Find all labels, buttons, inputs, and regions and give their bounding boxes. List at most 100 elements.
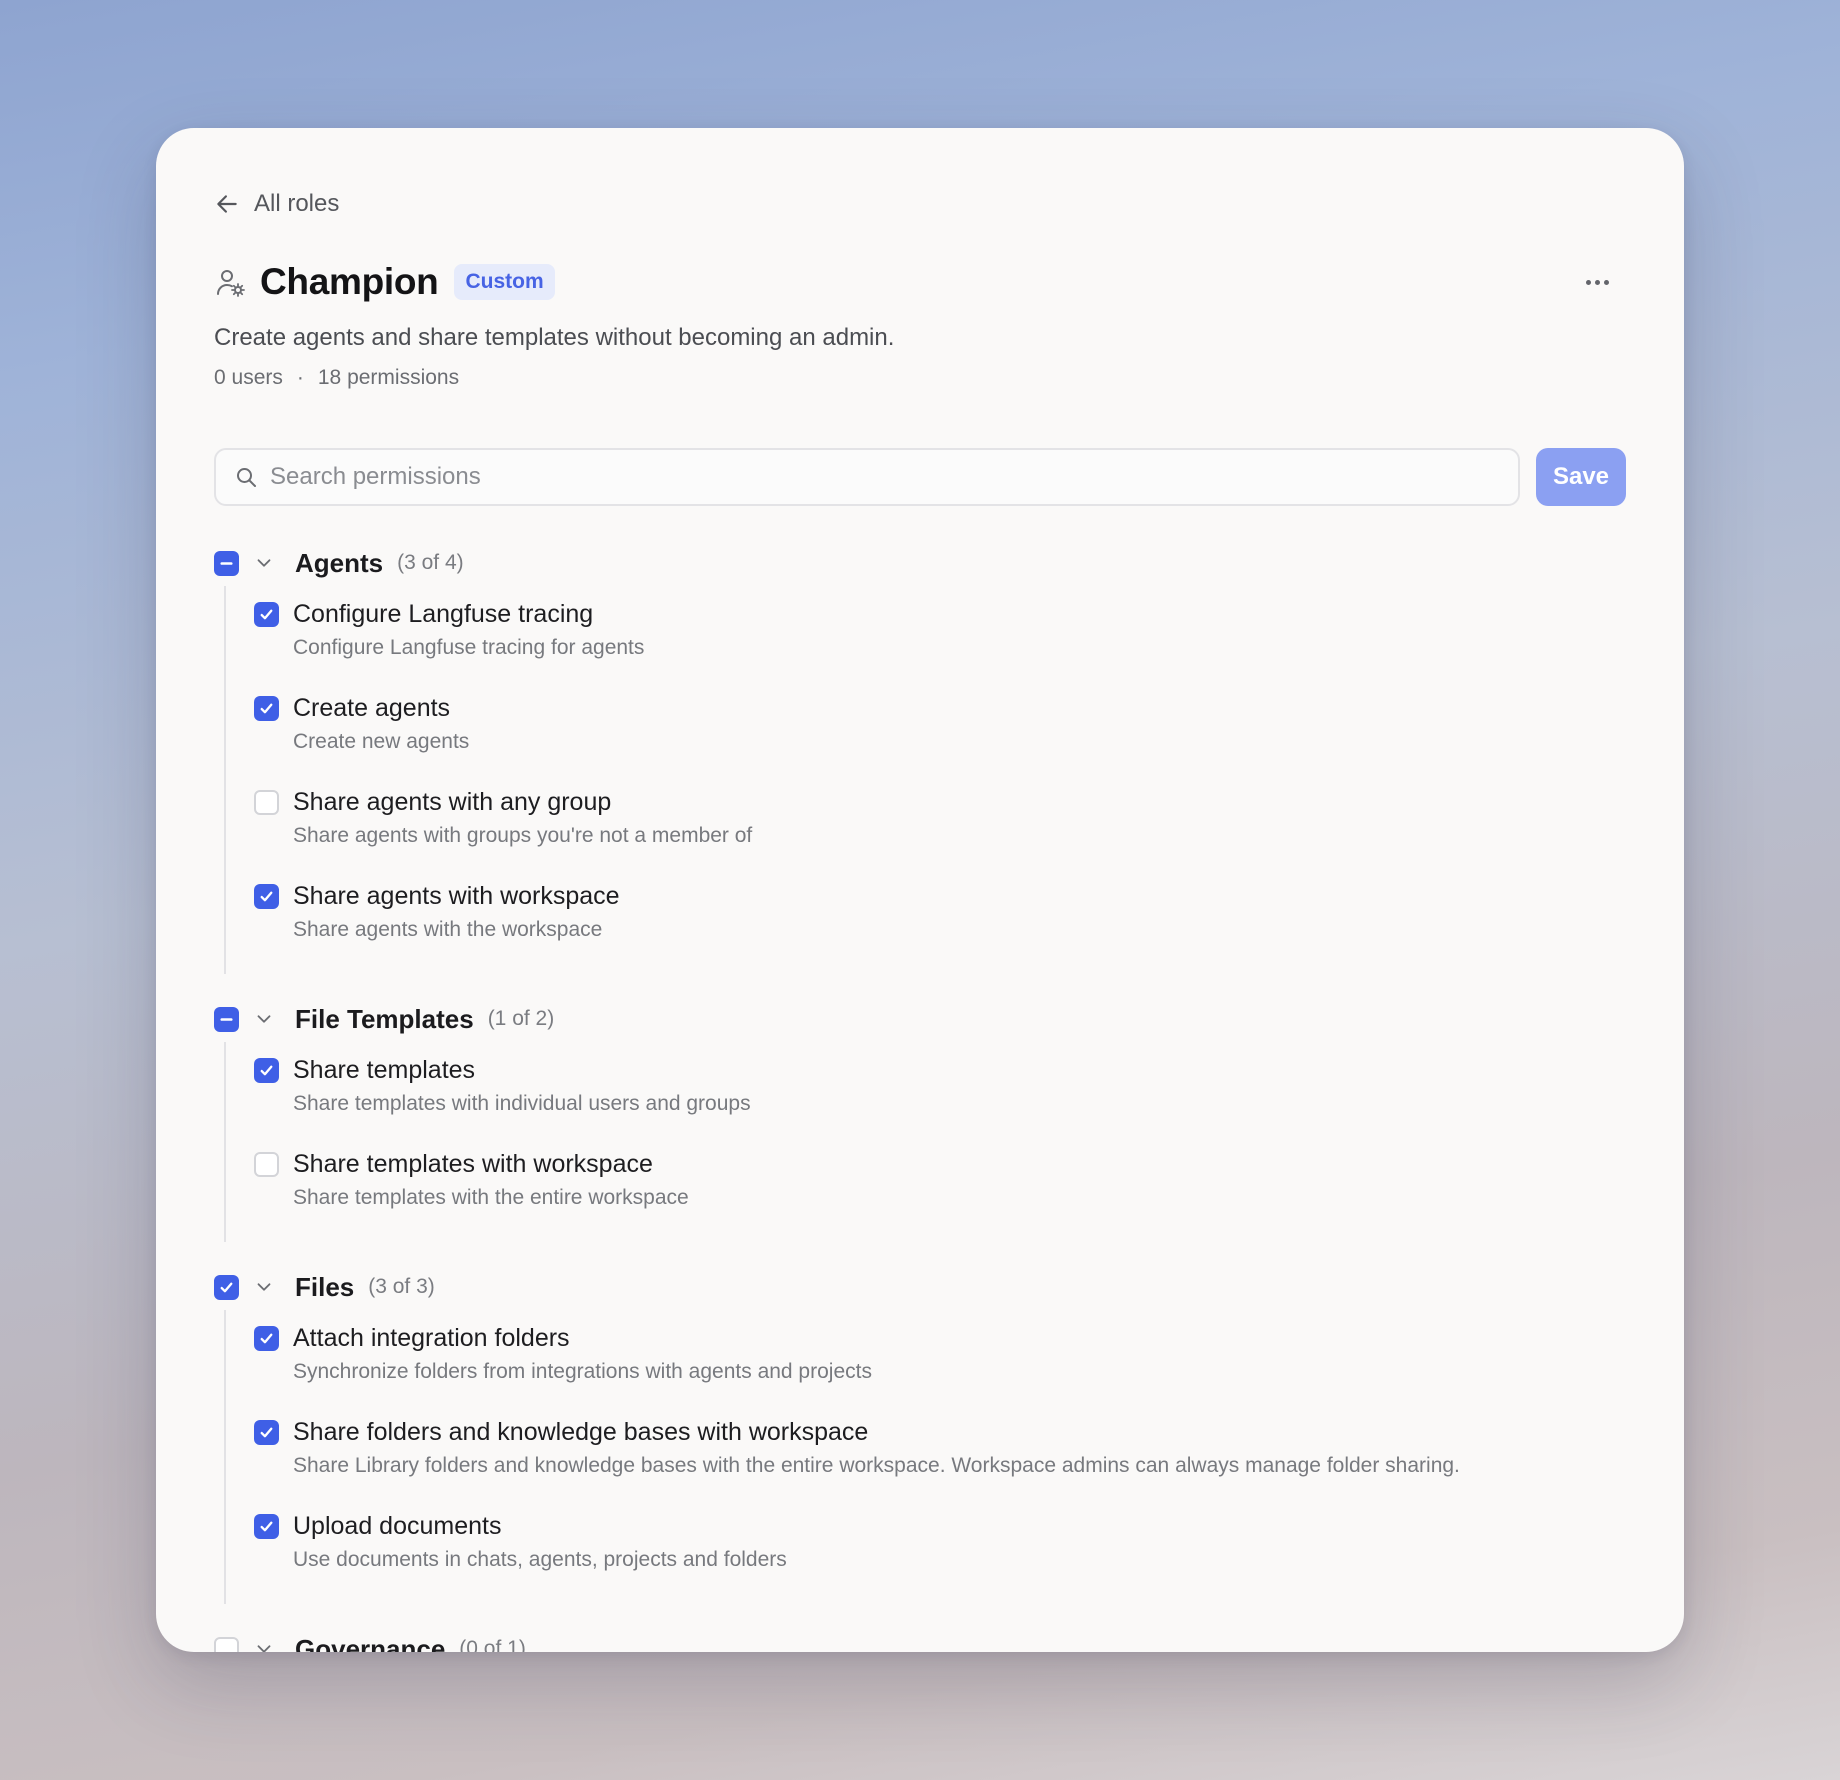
permission-name: Share agents with any group bbox=[293, 788, 612, 816]
permission-item: Share agents with workspace Share agents … bbox=[254, 876, 1626, 970]
group-header[interactable]: Agents (3 of 4) bbox=[214, 540, 1626, 586]
check-icon bbox=[260, 1427, 273, 1438]
group-items: Share templates Share templates with indi… bbox=[224, 1042, 1626, 1242]
permission-name: Share templates bbox=[293, 1056, 476, 1084]
stats-separator: · bbox=[296, 366, 304, 389]
group-checkbox-partial[interactable] bbox=[214, 1006, 239, 1032]
toolbar: Save bbox=[214, 448, 1626, 506]
permission-name: Share templates with workspace bbox=[293, 1150, 653, 1178]
chevron-down-icon[interactable] bbox=[253, 552, 275, 574]
permission-group: Files (3 of 3) Attach integration folders S… bbox=[214, 1264, 1626, 1604]
permission-count: 18 permissions bbox=[317, 366, 460, 389]
check-icon bbox=[260, 891, 273, 902]
permission-text: Create agents Create new agents bbox=[293, 688, 469, 782]
back-to-all-roles-link[interactable]: All roles bbox=[214, 188, 1626, 220]
permission-item: Create agents Create new agents bbox=[254, 688, 1626, 782]
permission-checkbox[interactable] bbox=[254, 602, 279, 627]
permission-item: Configure Langfuse tracing Configure Lang… bbox=[254, 594, 1626, 688]
minus-icon bbox=[220, 1017, 233, 1021]
permission-item: Upload documents Use documents in chats, … bbox=[254, 1506, 1626, 1600]
arrow-left-icon bbox=[217, 195, 237, 213]
group-count: (0 of 1) bbox=[459, 1637, 526, 1652]
permission-checkbox[interactable] bbox=[254, 1058, 279, 1083]
save-button[interactable]: Save bbox=[1536, 448, 1626, 506]
permission-checkbox[interactable] bbox=[254, 696, 279, 721]
group-header[interactable]: Files (3 of 3) bbox=[214, 1264, 1626, 1310]
dot-icon bbox=[1585, 279, 1591, 285]
group-checkbox-checked[interactable] bbox=[214, 1274, 239, 1300]
permission-description: Create new agents bbox=[293, 730, 470, 753]
permission-checkbox[interactable] bbox=[254, 1326, 279, 1351]
group-count: (3 of 4) bbox=[397, 551, 464, 574]
check-icon bbox=[260, 1521, 273, 1532]
permission-checkbox[interactable] bbox=[254, 1152, 279, 1177]
user-count: 0 users bbox=[214, 366, 283, 389]
chevron-down-icon[interactable] bbox=[253, 1008, 275, 1030]
role-type-badge: Custom bbox=[454, 264, 555, 300]
permission-text: Share templates Share templates with indi… bbox=[293, 1050, 751, 1144]
group-count: (1 of 2) bbox=[487, 1007, 555, 1030]
permission-name: Configure Langfuse tracing bbox=[293, 600, 594, 628]
permission-description: Synchronize folders from integrations wi… bbox=[293, 1360, 872, 1383]
role-description: Create agents and share templates withou… bbox=[214, 324, 895, 351]
group-count: (3 of 3) bbox=[368, 1275, 435, 1298]
role-detail-content: All roles Champion Custom Create agents … bbox=[214, 188, 1626, 1652]
group-name: Governance bbox=[295, 1633, 446, 1653]
group-name: Agents bbox=[295, 547, 384, 578]
permission-name: Share folders and knowledge bases with w… bbox=[293, 1418, 869, 1446]
permission-text: Share folders and knowledge bases with w… bbox=[293, 1412, 1460, 1506]
permission-description: Share templates with the entire workspac… bbox=[293, 1186, 689, 1209]
group-items: Attach integration folders Synchronize fo… bbox=[224, 1310, 1626, 1604]
permission-name: Upload documents bbox=[293, 1512, 502, 1540]
permission-checkbox[interactable] bbox=[254, 884, 279, 909]
dot-icon bbox=[1603, 279, 1609, 285]
permission-description: Share templates with individual users an… bbox=[293, 1092, 751, 1115]
group-checkbox-unchecked[interactable] bbox=[214, 1636, 239, 1652]
search-icon bbox=[237, 468, 256, 487]
check-icon bbox=[260, 1333, 273, 1344]
permission-text: Configure Langfuse tracing Configure Lang… bbox=[293, 594, 644, 688]
permission-description: Share agents with the workspace bbox=[293, 918, 603, 941]
permission-checkbox[interactable] bbox=[254, 1514, 279, 1539]
chevron-down-icon[interactable] bbox=[253, 1638, 275, 1652]
permission-text: Share agents with workspace Share agents … bbox=[293, 876, 620, 970]
permission-item: Share agents with any group Share agents … bbox=[254, 782, 1626, 876]
permission-name: Attach integration folders bbox=[293, 1324, 570, 1352]
check-icon bbox=[260, 703, 273, 714]
role-header: Champion Custom bbox=[214, 258, 1626, 306]
group-name: File Templates bbox=[295, 1003, 474, 1034]
permission-text: Share agents with any group Share agents … bbox=[293, 782, 752, 876]
permission-text: Upload documents Use documents in chats, … bbox=[293, 1506, 787, 1600]
permission-item: Share folders and knowledge bases with w… bbox=[254, 1412, 1626, 1506]
check-icon bbox=[260, 1065, 273, 1076]
dot-icon bbox=[1594, 279, 1600, 285]
group-items: Configure Langfuse tracing Configure Lang… bbox=[224, 586, 1626, 974]
permission-description: Configure Langfuse tracing for agents bbox=[293, 636, 645, 659]
group-header[interactable]: Governance (0 of 1) bbox=[214, 1626, 1626, 1652]
user-settings-icon bbox=[217, 270, 245, 297]
permission-description: Share agents with groups you're not a me… bbox=[293, 824, 753, 847]
permission-item: Share templates Share templates with indi… bbox=[254, 1050, 1626, 1144]
permission-text: Attach integration folders Synchronize fo… bbox=[293, 1318, 872, 1412]
group-checkbox-partial[interactable] bbox=[214, 550, 239, 576]
search-box[interactable] bbox=[214, 448, 1520, 506]
more-options-button[interactable] bbox=[1578, 266, 1616, 298]
role-stats: 0 users · 18 permissions bbox=[214, 366, 1626, 390]
permission-item: Share templates with workspace Share temp… bbox=[254, 1144, 1626, 1238]
permission-checkbox[interactable] bbox=[254, 790, 279, 815]
search-input[interactable] bbox=[270, 463, 1518, 491]
permission-group: File Templates (1 of 2) Share templates Sha… bbox=[214, 996, 1626, 1242]
check-icon bbox=[220, 1282, 233, 1292]
check-icon bbox=[260, 609, 273, 620]
back-label: All roles bbox=[254, 190, 340, 217]
permission-checkbox[interactable] bbox=[254, 1420, 279, 1445]
permission-group: Governance (0 of 1) bbox=[214, 1626, 1626, 1652]
role-title: Champion bbox=[260, 261, 439, 302]
permission-text: Share templates with workspace Share temp… bbox=[293, 1144, 689, 1238]
chevron-down-icon[interactable] bbox=[253, 1276, 275, 1298]
group-name: Files bbox=[295, 1271, 355, 1302]
group-header[interactable]: File Templates (1 of 2) bbox=[214, 996, 1626, 1042]
permission-name: Create agents bbox=[293, 694, 451, 722]
role-detail-window: All roles Champion Custom Create agents … bbox=[156, 128, 1684, 1652]
permission-item: Attach integration folders Synchronize fo… bbox=[254, 1318, 1626, 1412]
